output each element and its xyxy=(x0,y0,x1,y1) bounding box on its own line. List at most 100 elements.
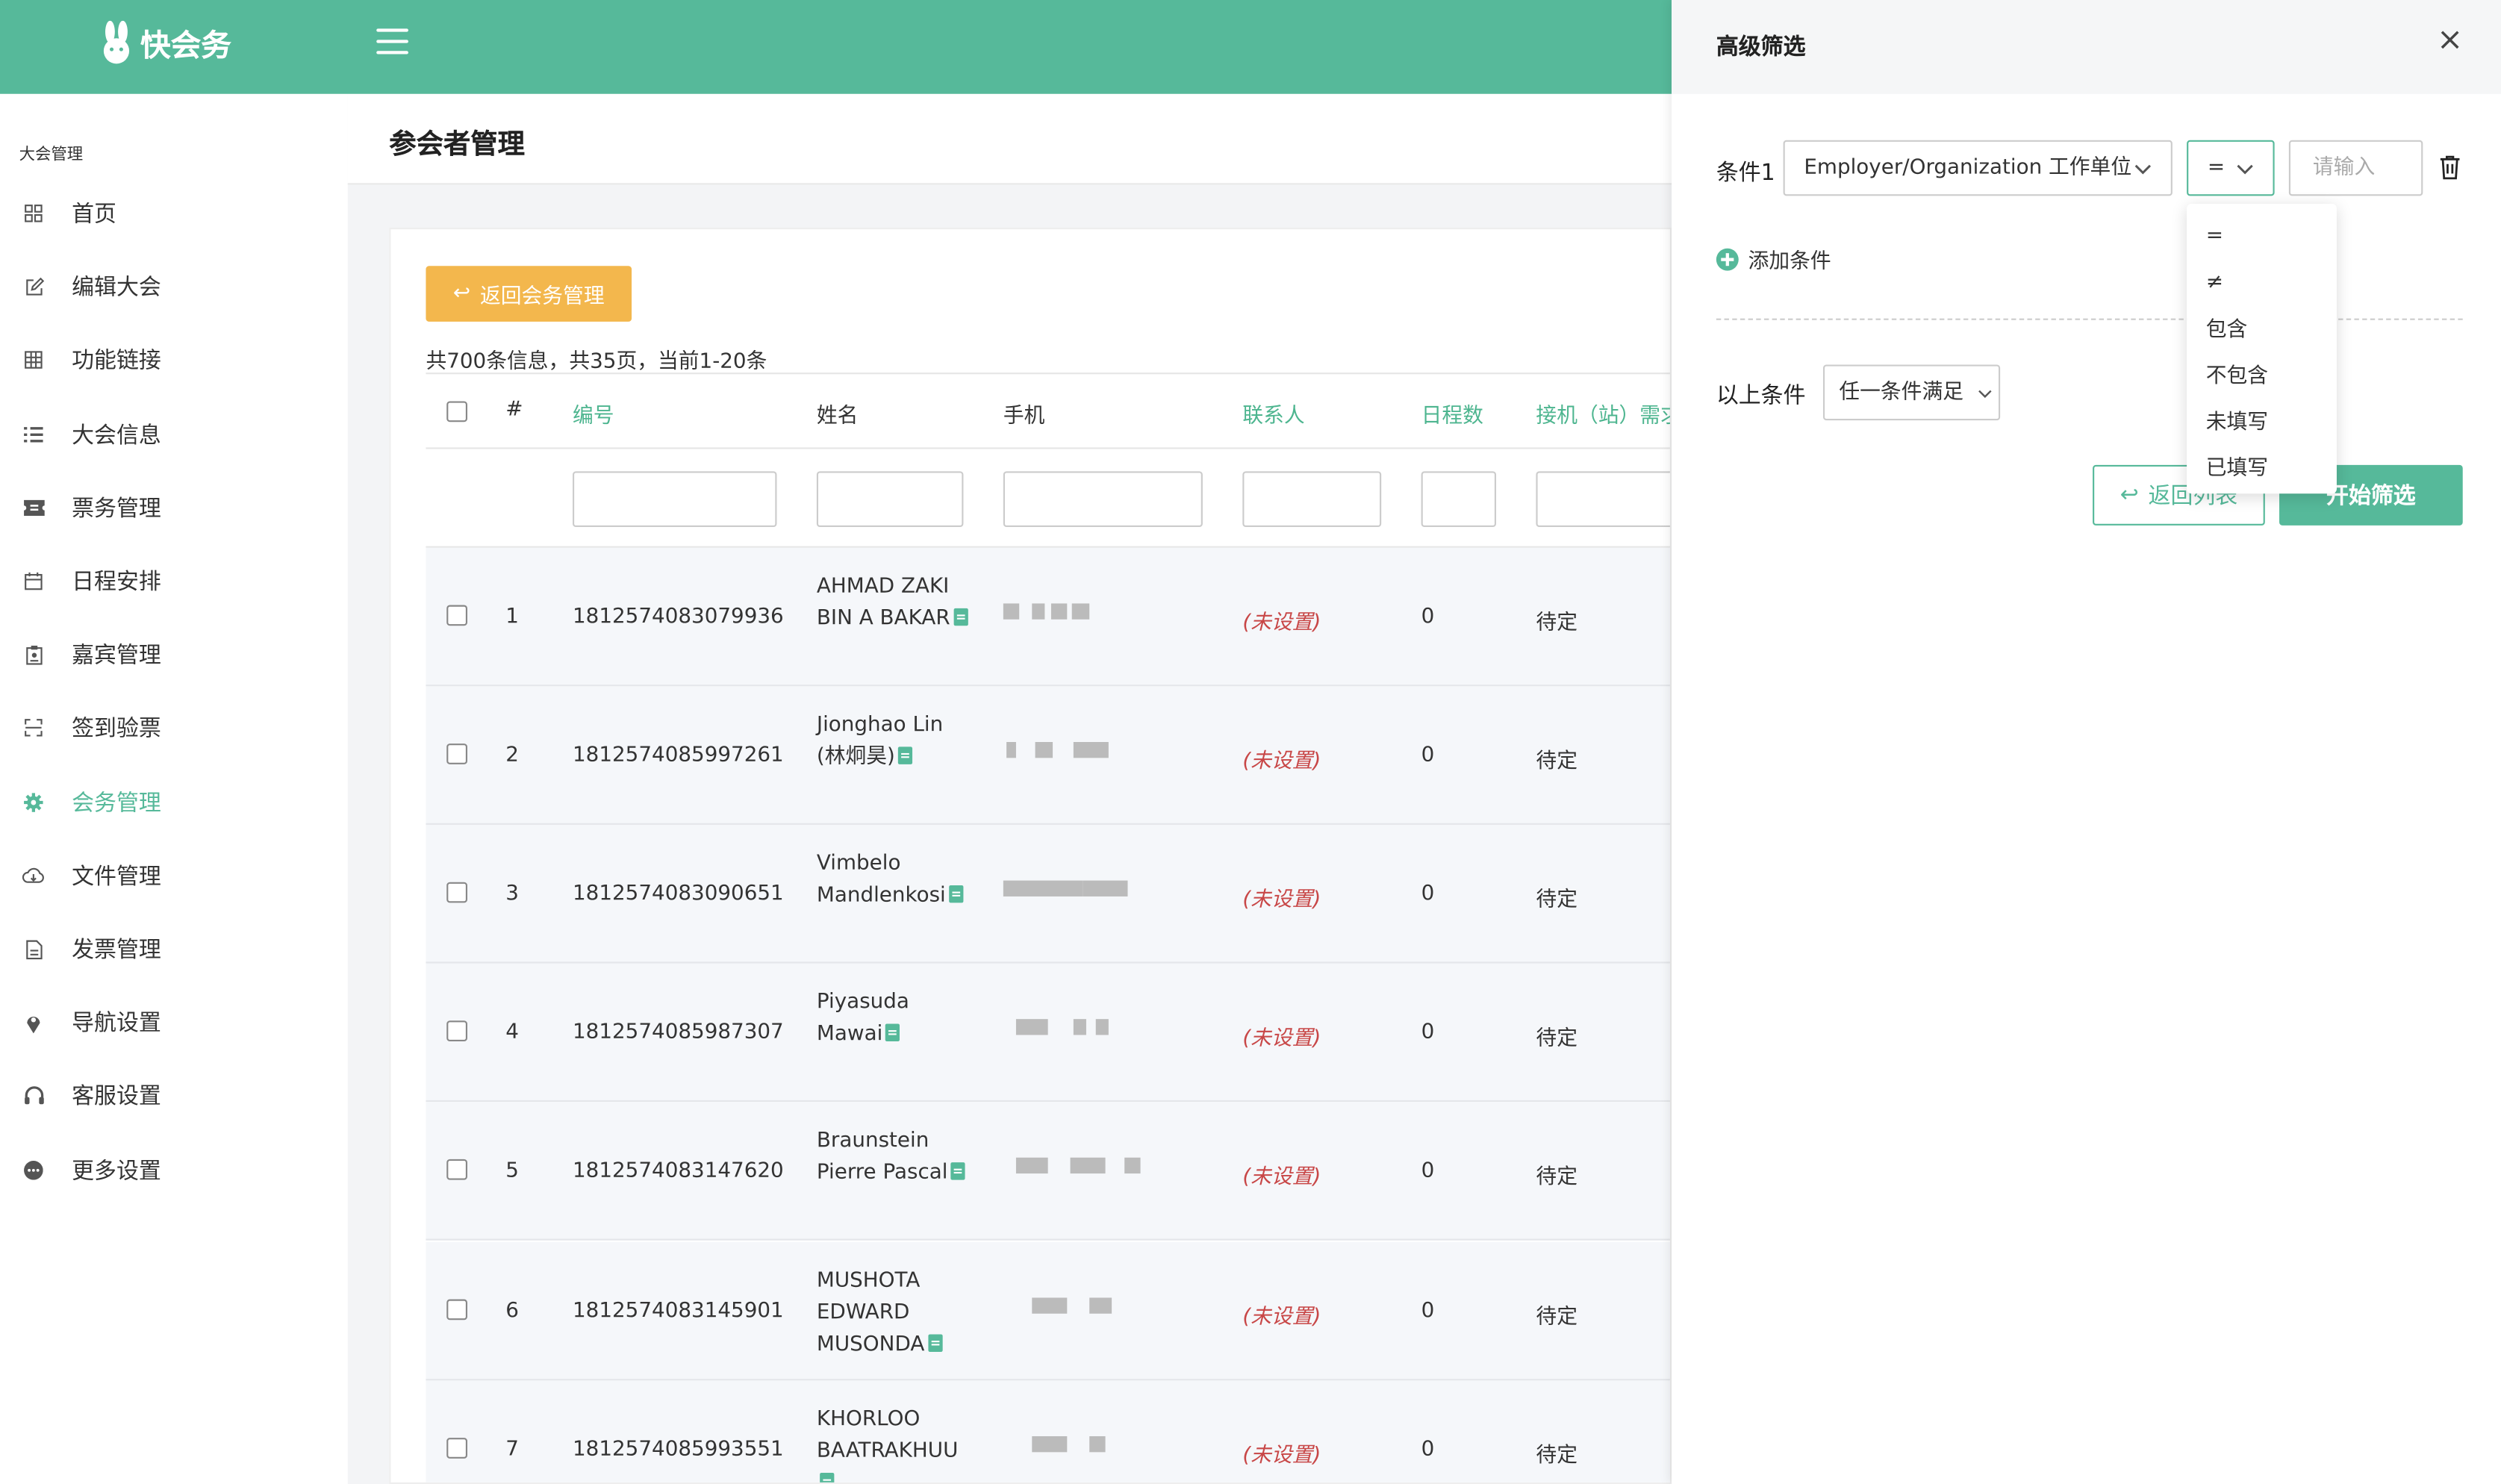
sidebar-item[interactable]: 更多设置 xyxy=(0,1138,348,1201)
condition-value-input[interactable]: 请输入 xyxy=(2288,140,2423,196)
sidebar-item[interactable]: 大会信息 xyxy=(0,402,348,466)
sidebar-item[interactable]: 文件管理 xyxy=(0,844,348,907)
page-header: 参会者管理 xyxy=(347,93,1672,185)
app-logo[interactable]: 快会务 xyxy=(99,20,231,66)
row-pickup: 待定 xyxy=(1536,1166,1578,1191)
document-icon[interactable] xyxy=(953,608,968,626)
row-checkbox[interactable] xyxy=(446,743,467,765)
sidebar-item-label: 日程安排 xyxy=(72,570,161,596)
close-icon[interactable] xyxy=(2435,25,2464,54)
document-icon[interactable] xyxy=(885,1024,900,1042)
row-checkbox[interactable] xyxy=(446,1437,467,1458)
document-icon[interactable] xyxy=(927,1333,942,1351)
operator-option[interactable]: 已填写 xyxy=(2187,446,2337,493)
row-index: 7 xyxy=(505,1437,519,1462)
chevron-down-icon xyxy=(1978,390,1992,399)
filter-name-input[interactable] xyxy=(816,471,964,528)
table-row[interactable]: 5 1812574083147620 Braunstein Pierre Pasca… xyxy=(426,1102,1670,1241)
document-icon[interactable] xyxy=(949,885,964,903)
table-row[interactable]: 6 1812574083145901 MUSHOTA EDWARD MUSONDA (… xyxy=(426,1241,1670,1380)
row-name[interactable]: MUSHOTA EDWARD MUSONDA xyxy=(817,1265,970,1361)
start-filter-label: 开始筛选 xyxy=(2326,484,2416,510)
header-days[interactable]: 日程数 xyxy=(1421,398,1483,428)
filter-id-input[interactable] xyxy=(572,471,777,528)
table-row[interactable]: 3 1812574083090651 Vimbelo Mandlenkosi (未设置… xyxy=(426,825,1670,964)
sidebar-item[interactable]: 会务管理 xyxy=(0,770,348,834)
sidebar-item-label: 编辑大会 xyxy=(72,275,161,302)
row-checkbox[interactable] xyxy=(446,1159,467,1181)
header-name: 姓名 xyxy=(816,404,859,428)
table-row[interactable]: 1 1812574083079936 AHMAD ZAKI BIN A BAKAR (… xyxy=(426,547,1670,687)
sidebar-item[interactable]: 嘉宾管理 xyxy=(0,623,348,686)
sidebar-item[interactable]: 客服设置 xyxy=(0,1064,348,1128)
sidebar-item[interactable]: 编辑大会 xyxy=(0,255,348,319)
sidebar-item[interactable]: 首页 xyxy=(0,181,348,245)
sidebar-item[interactable]: 功能链接 xyxy=(0,328,348,392)
sidebar-item[interactable]: 发票管理 xyxy=(0,917,348,981)
sidebar-item-label: 嘉宾管理 xyxy=(72,643,161,670)
operator-option[interactable]: 包含 xyxy=(2187,307,2337,353)
edit-icon xyxy=(22,275,45,298)
row-name[interactable]: Piyasuda Mawai xyxy=(817,988,970,1051)
row-days: 0 xyxy=(1421,1437,1435,1462)
sidebar-item[interactable]: 日程安排 xyxy=(0,549,348,613)
column-filter-row xyxy=(426,449,1670,548)
row-name-text: Jionghao Lin (林炯昊) xyxy=(816,713,944,770)
table-row[interactable]: 4 1812574085987307 Piyasuda Mawai (未设置) 0 待定 xyxy=(426,964,1670,1103)
document-icon[interactable] xyxy=(898,746,913,765)
grid-icon xyxy=(22,349,45,372)
dashboard-icon xyxy=(22,202,45,225)
document-icon[interactable] xyxy=(820,1472,835,1483)
table-row[interactable]: 2 1812574085997261 Jionghao Lin (林炯昊) (未设置)… xyxy=(426,686,1670,826)
row-checkbox[interactable] xyxy=(446,1020,467,1042)
operator-option[interactable]: 未填写 xyxy=(2187,400,2337,446)
row-checkbox[interactable] xyxy=(446,1298,467,1320)
invoice-icon xyxy=(22,938,45,960)
panel-header: 高级筛选 xyxy=(1672,0,2501,94)
back-to-meeting-button[interactable]: ↩ 返回会务管理 xyxy=(426,266,632,322)
match-mode-value: 任一条件满足 xyxy=(1839,380,1964,405)
filter-phone-input[interactable] xyxy=(1003,471,1203,528)
document-icon[interactable] xyxy=(950,1162,966,1181)
row-name[interactable]: AHMAD ZAKI BIN A BAKAR xyxy=(817,572,970,635)
row-checkbox[interactable] xyxy=(446,605,467,626)
header-contact[interactable]: 联系人 xyxy=(1242,398,1304,428)
add-condition-button[interactable]: 添加条件 xyxy=(1716,243,1831,274)
row-name[interactable]: Braunstein Pierre Pascal xyxy=(817,1126,970,1190)
row-name[interactable]: Vimbelo Mandlenkosi xyxy=(817,849,970,912)
select-all-checkbox[interactable] xyxy=(446,401,467,423)
sidebar-item[interactable]: 签到验票 xyxy=(0,696,348,760)
row-contact: (未设置) xyxy=(1242,888,1321,913)
filter-pickup-select[interactable] xyxy=(1536,471,1670,528)
phone-masked xyxy=(1003,1017,1131,1039)
row-name[interactable]: KHORLOO BAATRAKHUU xyxy=(817,1403,970,1483)
row-pickup: 待定 xyxy=(1536,888,1578,913)
sidebar-item-label: 导航设置 xyxy=(72,1011,161,1038)
row-days: 0 xyxy=(1421,1159,1435,1184)
filter-contact-input[interactable] xyxy=(1242,471,1382,528)
table-row[interactable]: 7 1812574085993551 KHORLOO BAATRAKHUU (未设置)… xyxy=(426,1379,1670,1483)
header-pickup[interactable]: 接机（站）需求 xyxy=(1536,398,1669,428)
condition-field-select[interactable]: Employer/Organization 工作单位 xyxy=(1783,140,2173,196)
row-checkbox[interactable] xyxy=(446,882,467,903)
condition-operator-value: = xyxy=(2207,156,2226,181)
row-days: 0 xyxy=(1421,1020,1435,1045)
row-name[interactable]: Jionghao Lin (林炯昊) xyxy=(817,711,970,774)
arrow-back-icon: ↩ xyxy=(452,281,471,306)
header-id[interactable]: 编号 xyxy=(573,398,614,428)
operator-option[interactable]: = xyxy=(2187,213,2337,260)
condition-operator-select[interactable]: = xyxy=(2187,140,2275,196)
headset-icon xyxy=(22,1085,45,1107)
operator-option[interactable]: 不包含 xyxy=(2187,353,2337,399)
sidebar-item[interactable]: 票务管理 xyxy=(0,476,348,539)
sidebar-item[interactable]: 导航设置 xyxy=(0,991,348,1054)
row-name-text: AHMAD ZAKI BIN A BAKAR xyxy=(816,575,950,631)
row-index: 2 xyxy=(505,743,519,768)
row-id: 1812574085993551 xyxy=(572,1437,784,1462)
trash-icon[interactable] xyxy=(2439,155,2461,180)
menu-toggle-icon[interactable] xyxy=(376,28,408,55)
operator-option[interactable]: ≠ xyxy=(2187,260,2337,306)
match-mode-select[interactable]: 任一条件满足 xyxy=(1822,364,2001,421)
filter-days-input[interactable] xyxy=(1421,471,1497,528)
sidebar-section-title: 大会管理 xyxy=(19,146,84,164)
